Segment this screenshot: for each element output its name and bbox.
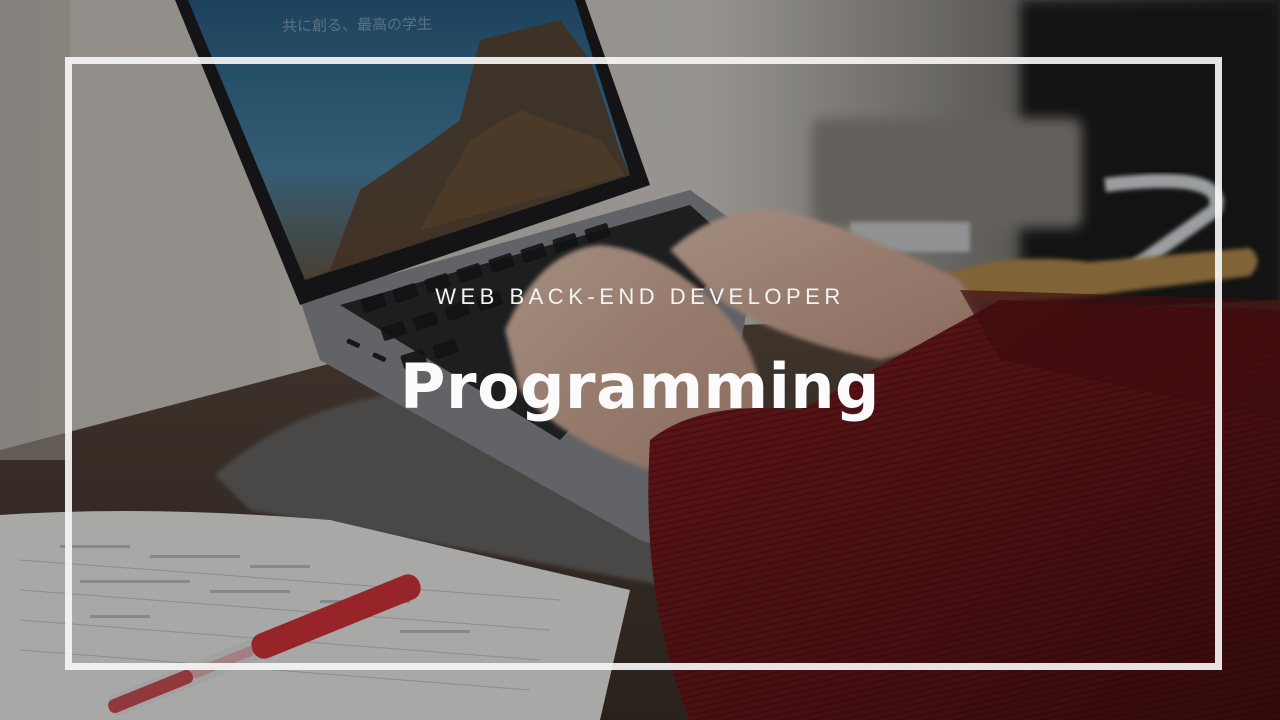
banner-title: Programming [400, 350, 880, 423]
banner-subtitle: WEB BACK-END DEVELOPER [435, 284, 845, 309]
